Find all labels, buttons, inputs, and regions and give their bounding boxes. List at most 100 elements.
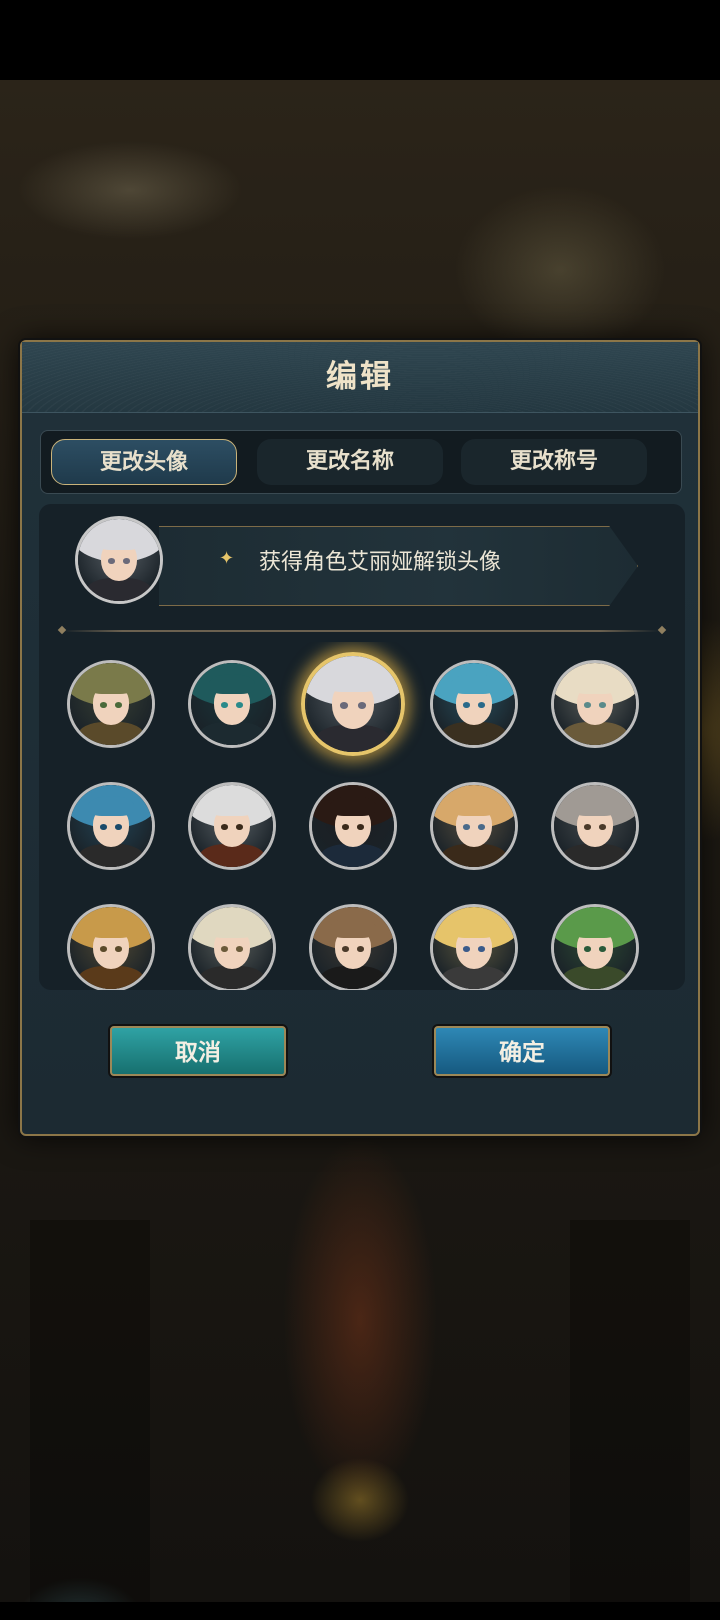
avatar-fringe bbox=[451, 918, 497, 939]
tab-change-avatar[interactable]: 更改头像 bbox=[51, 439, 237, 485]
divider bbox=[63, 630, 659, 632]
avatar-portrait bbox=[312, 785, 394, 867]
avatar-eye bbox=[462, 824, 470, 831]
avatar-eye bbox=[99, 824, 107, 831]
avatar-portrait bbox=[70, 907, 152, 989]
avatar-body bbox=[199, 966, 265, 989]
tab-change-title[interactable]: 更改称号 bbox=[461, 439, 647, 485]
avatar-portrait bbox=[433, 663, 515, 745]
avatar-eye bbox=[220, 946, 228, 953]
avatar-body bbox=[441, 844, 507, 867]
avatar-portrait bbox=[433, 785, 515, 867]
avatar-portrait bbox=[433, 907, 515, 989]
avatar-fringe bbox=[88, 918, 134, 939]
edit-dialog: 编辑 更改头像 更改名称 更改称号 ✦ 获得角色艾丽娅解锁头像 取消 确定 bbox=[20, 340, 700, 1136]
avatar-fringe bbox=[209, 918, 255, 939]
dialog-header: 编辑 bbox=[22, 342, 698, 413]
avatar-option-white-haired-bandana[interactable] bbox=[188, 782, 276, 870]
avatar-body bbox=[314, 725, 392, 752]
avatar-grid bbox=[39, 642, 685, 990]
avatar-portrait bbox=[191, 785, 273, 867]
cancel-button[interactable]: 取消 bbox=[110, 1026, 286, 1076]
avatar-fringe bbox=[209, 796, 255, 817]
avatar-option-nun-brown-haired[interactable] bbox=[309, 904, 397, 990]
avatar-eye bbox=[107, 558, 115, 565]
unlock-hint-text: 获得角色艾丽娅解锁头像 bbox=[259, 550, 502, 575]
avatar-eye bbox=[220, 702, 228, 709]
divider-ornament bbox=[657, 625, 667, 635]
avatar-eye bbox=[357, 702, 367, 709]
avatar-option-blonde-elf-glasses[interactable] bbox=[551, 660, 639, 748]
tab-bar: 更改头像 更改名称 更改称号 bbox=[40, 430, 682, 494]
avatar-fringe bbox=[330, 918, 376, 939]
avatar-body bbox=[78, 844, 144, 867]
avatar-portrait bbox=[312, 907, 394, 989]
avatar-panel: ✦ 获得角色艾丽娅解锁头像 bbox=[39, 504, 685, 990]
avatar-portrait bbox=[78, 519, 160, 601]
avatar-portrait bbox=[191, 907, 273, 989]
avatar-eye bbox=[583, 946, 591, 953]
avatar-option-green-haired-elf-girl[interactable] bbox=[551, 904, 639, 990]
avatar-fringe bbox=[572, 918, 618, 939]
sparkle-icon: ✦ bbox=[219, 548, 235, 569]
avatar-portrait bbox=[554, 663, 636, 745]
avatar-eye bbox=[99, 946, 107, 953]
avatar-option-dark-haired-glasses[interactable] bbox=[309, 782, 397, 870]
avatar-eye bbox=[339, 702, 349, 709]
avatar-body bbox=[441, 966, 507, 989]
avatar-eye bbox=[99, 702, 107, 709]
avatar-eye bbox=[341, 946, 349, 953]
avatar-option-blonde-cheerful-girl[interactable] bbox=[430, 904, 518, 990]
avatar-body bbox=[441, 722, 507, 745]
avatar-option-blonde-hairclip-girl[interactable] bbox=[430, 782, 518, 870]
avatar-option-green-haired-elf[interactable] bbox=[67, 660, 155, 748]
avatar-fringe bbox=[326, 669, 380, 693]
current-avatar-preview bbox=[75, 516, 163, 604]
confirm-button[interactable]: 确定 bbox=[434, 1026, 610, 1076]
background-shape bbox=[30, 1220, 150, 1620]
avatar-portrait bbox=[305, 656, 401, 752]
avatar-eye bbox=[583, 702, 591, 709]
avatar-fringe bbox=[88, 674, 134, 695]
dialog-title: 编辑 bbox=[326, 359, 394, 395]
divider-ornament bbox=[57, 625, 67, 635]
avatar-body bbox=[86, 578, 152, 601]
avatar-option-blue-haired-goggles[interactable] bbox=[430, 660, 518, 748]
avatar-body bbox=[562, 966, 628, 989]
avatar-eye bbox=[341, 824, 349, 831]
avatar-portrait bbox=[70, 663, 152, 745]
avatar-body bbox=[78, 722, 144, 745]
tab-change-name[interactable]: 更改名称 bbox=[257, 439, 443, 485]
avatar-option-golden-haired-man[interactable] bbox=[67, 904, 155, 990]
avatar-option-blue-haired-book[interactable] bbox=[67, 782, 155, 870]
avatar-eye bbox=[462, 946, 470, 953]
avatar-portrait bbox=[70, 785, 152, 867]
avatar-fringe bbox=[451, 674, 497, 695]
avatar-eye bbox=[220, 824, 228, 831]
avatar-option-white-haired-girl[interactable] bbox=[301, 652, 405, 756]
avatar-option-teal-haired-girl[interactable] bbox=[188, 660, 276, 748]
avatar-fringe bbox=[572, 796, 618, 817]
avatar-body bbox=[320, 844, 386, 867]
avatar-fringe bbox=[209, 674, 255, 695]
avatar-eye bbox=[583, 824, 591, 831]
avatar-fringe bbox=[330, 796, 376, 817]
avatar-fringe bbox=[88, 796, 134, 817]
avatar-body bbox=[562, 722, 628, 745]
avatar-eye bbox=[462, 702, 470, 709]
avatar-portrait bbox=[191, 663, 273, 745]
avatar-portrait bbox=[554, 907, 636, 989]
avatar-body bbox=[320, 966, 386, 989]
avatar-body bbox=[199, 844, 265, 867]
avatar-option-hat-white-haired[interactable] bbox=[188, 904, 276, 990]
avatar-fringe bbox=[572, 674, 618, 695]
status-bar bbox=[0, 0, 720, 80]
avatar-body bbox=[78, 966, 144, 989]
background-shape bbox=[570, 1220, 690, 1620]
avatar-fringe bbox=[96, 530, 142, 551]
avatar-body bbox=[562, 844, 628, 867]
avatar-option-silver-haired-man[interactable] bbox=[551, 782, 639, 870]
avatar-body bbox=[199, 722, 265, 745]
avatar-fringe bbox=[451, 796, 497, 817]
avatar-portrait bbox=[554, 785, 636, 867]
